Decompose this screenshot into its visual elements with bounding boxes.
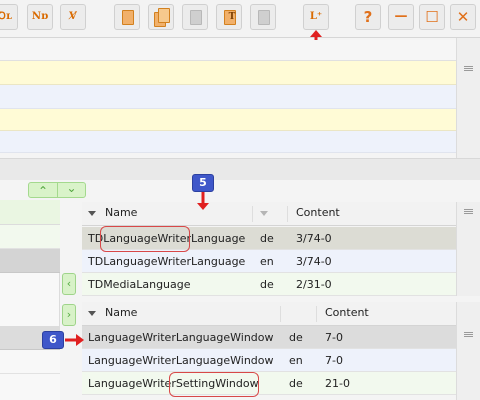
upper-name-header[interactable]: Name (105, 202, 137, 224)
tree-row-selected[interactable] (0, 249, 60, 273)
left-tree-pane (0, 200, 60, 400)
row-lang: en (260, 255, 274, 268)
table-row[interactable]: TDMediaLanguage de 2/31-0 (82, 273, 456, 296)
top-grid-row[interactable] (0, 109, 456, 131)
tree-row[interactable] (0, 200, 60, 225)
row-content: 3/74-0 (296, 255, 332, 268)
upper-content-header[interactable]: Content (296, 202, 340, 224)
move-up-button[interactable]: ⌃ (29, 183, 57, 198)
row-content: 7-0 (325, 331, 343, 344)
row-content: 3/74-0 (296, 232, 332, 245)
top-grid-row[interactable] (0, 61, 456, 85)
new-page-button[interactable] (114, 4, 140, 30)
row-name: LanguageWriterLanguageWindow (88, 354, 274, 367)
numbering-icon: Nɒ (31, 11, 49, 22)
lower-name-header[interactable]: Name (105, 302, 137, 324)
callout-badge-5: 5 (192, 174, 214, 192)
minimize-icon: — (394, 9, 408, 24)
plugin-page-icon (258, 10, 270, 25)
variable-icon: V̸ (69, 11, 77, 22)
lower-content-header[interactable]: Content (325, 302, 369, 324)
highlight-box (169, 372, 259, 397)
top-grid-row[interactable] (0, 131, 456, 153)
move-down-button[interactable]: ⌄ (57, 182, 85, 197)
upper-table-scrollbar[interactable] (456, 202, 480, 296)
row-lang: en (289, 354, 303, 367)
copy-page-button[interactable] (148, 4, 174, 30)
maximize-icon: ☐ (425, 8, 439, 26)
minimize-button[interactable]: — (388, 4, 414, 30)
variable-button[interactable]: V̸ (60, 4, 86, 30)
row-lang: de (260, 232, 274, 245)
lower-table-header: Name Content (82, 302, 456, 326)
upper-table-header: Name Content (82, 202, 456, 226)
callout-badge-6: 6 (42, 331, 64, 349)
lower-table-scrollbar[interactable] (456, 302, 480, 400)
callout-arrow-right (65, 334, 84, 346)
tree-row[interactable] (0, 374, 60, 400)
close-icon: ✕ (456, 8, 470, 26)
row-lang: de (260, 278, 274, 291)
tree-row[interactable] (0, 350, 60, 374)
new-page-icon (122, 10, 134, 25)
row-content: 21-0 (325, 377, 350, 390)
sort-lang-icon[interactable] (260, 211, 268, 216)
tree-row[interactable] (0, 225, 60, 249)
text-page-button[interactable]: T (216, 4, 242, 30)
splitter[interactable] (0, 158, 480, 180)
row-content: 7-0 (325, 354, 343, 367)
language-format-icon: Ꝺʟ (0, 11, 12, 22)
move-left-button[interactable]: ‹ (62, 273, 76, 295)
table-row[interactable]: LanguageWriterLanguageWindow de 7-0 (82, 326, 456, 349)
sort-desc-icon[interactable] (88, 311, 96, 316)
table-row[interactable]: LanguageWriterLanguageWindow en 7-0 (82, 349, 456, 372)
row-name: TDMediaLanguage (88, 278, 191, 291)
row-lang: de (289, 331, 303, 344)
row-name: LanguageWriterLanguageWindow (88, 331, 274, 344)
callout-arrow-down (197, 192, 209, 210)
move-right-button[interactable]: › (62, 304, 76, 326)
row-lang: de (289, 377, 303, 390)
table-row[interactable]: TDLanguageWriterLanguage en 3/74-0 (82, 250, 456, 273)
language-format-button[interactable]: Ꝺʟ (0, 4, 18, 30)
add-language-icon: L⁺ (309, 11, 323, 22)
top-grid-row[interactable] (0, 85, 456, 109)
close-button[interactable]: ✕ (450, 4, 476, 30)
help-icon: ? (363, 8, 373, 26)
table-row[interactable]: LanguageWriterSettingWindow de 21-0 (82, 372, 456, 395)
top-grid-row[interactable] (0, 40, 456, 61)
paste-page-button[interactable] (182, 4, 208, 30)
up-down-nav: ⌃ ⌄ (28, 182, 86, 198)
paste-page-icon (190, 10, 202, 25)
sort-desc-icon[interactable] (88, 211, 96, 216)
highlight-box (100, 226, 190, 252)
add-language-button[interactable]: L⁺ (303, 4, 329, 30)
toolbar: Ꝺʟ Nɒ V̸ T L⁺ ? — ☐ ✕ (0, 0, 480, 38)
row-content: 2/31-0 (296, 278, 332, 291)
plugin-page-button[interactable] (250, 4, 276, 30)
row-name: TDLanguageWriterLanguage (88, 255, 246, 268)
help-button[interactable]: ? (355, 4, 381, 30)
numbering-button[interactable]: Nɒ (27, 4, 53, 30)
top-grid-scrollbar[interactable] (456, 38, 480, 158)
maximize-button[interactable]: ☐ (419, 4, 445, 30)
top-grid (0, 38, 480, 158)
